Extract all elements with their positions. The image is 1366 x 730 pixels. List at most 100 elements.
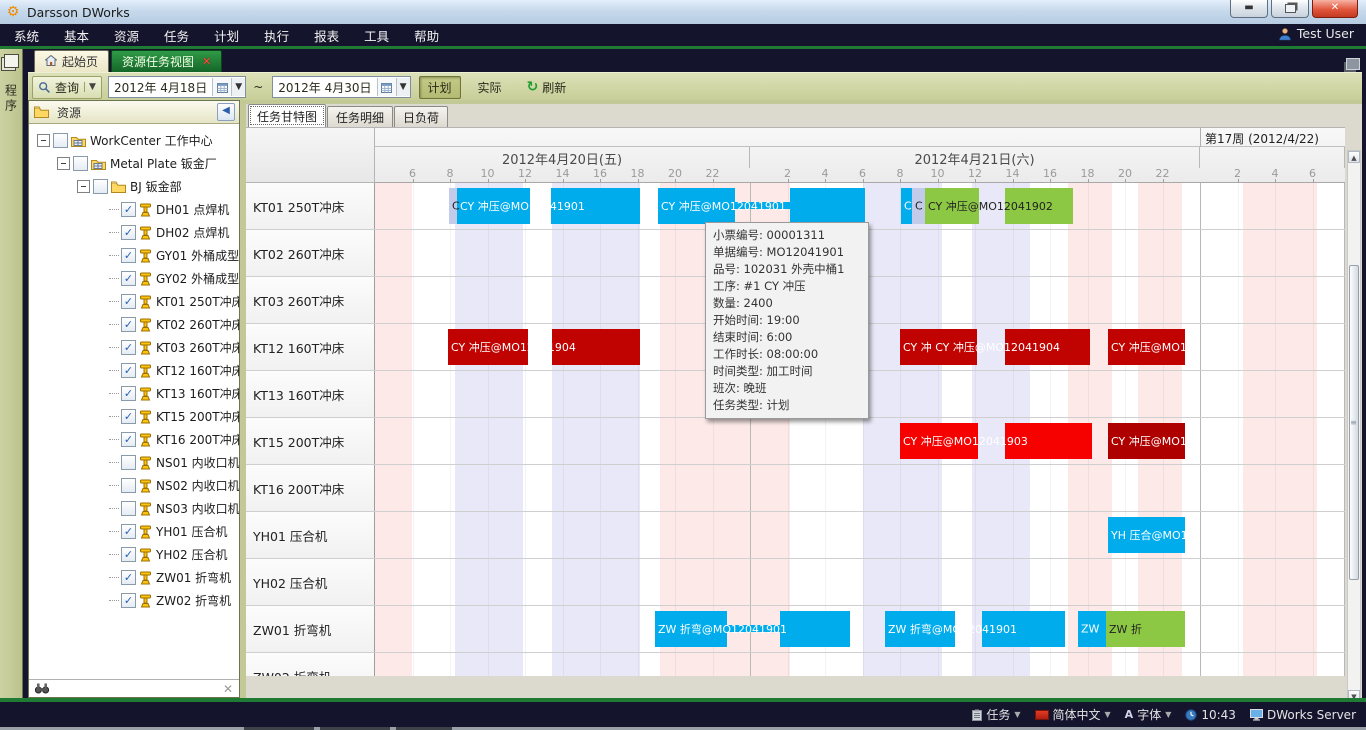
plan-toggle-button[interactable]: 计划 <box>419 76 461 99</box>
task-bar[interactable]: C <box>912 188 925 224</box>
task-bar[interactable]: CY 冲压@MO12041901 <box>457 188 530 224</box>
clear-filter-icon[interactable]: ✕ <box>223 682 233 696</box>
tree-checkbox[interactable]: ✓ <box>121 593 136 608</box>
tree-checkbox[interactable]: ✓ <box>121 317 136 332</box>
task-bar[interactable] <box>780 611 850 647</box>
task-bar[interactable]: CY 冲压@MO1 <box>1108 423 1185 459</box>
tree-item-zw02[interactable]: ✓ZW02 折弯机 <box>29 589 239 612</box>
menu-item-5[interactable]: 执行 <box>253 23 300 48</box>
tree-checkbox[interactable]: ✓ <box>121 409 136 424</box>
tree-checkbox[interactable]: ✓ <box>121 432 136 447</box>
refresh-button[interactable]: ↻ 刷新 <box>527 79 567 96</box>
minimize-button[interactable]: ▬ <box>1230 0 1268 18</box>
tree-checkbox[interactable]: ✓ <box>121 225 136 240</box>
row-label-cell[interactable]: KT16 200T冲床 <box>246 465 375 511</box>
tree-checkbox[interactable]: ✓ <box>121 363 136 378</box>
tree-item-gy01[interactable]: ✓GY01 外桶成型机 <box>29 244 239 267</box>
tree-checkbox[interactable] <box>93 179 108 194</box>
status-task[interactable]: 任务 ▼ <box>972 706 1020 723</box>
tree-checkbox[interactable] <box>121 455 136 470</box>
menu-item-0[interactable]: 系统 <box>3 23 50 48</box>
row-label-cell[interactable]: KT01 250T冲床 <box>246 183 375 229</box>
tree-checkbox[interactable]: ✓ <box>121 294 136 309</box>
task-bar[interactable] <box>790 188 865 224</box>
tree-item-dh02[interactable]: ✓DH02 点焊机 <box>29 221 239 244</box>
task-bar[interactable]: CY 冲压@MO12041904 <box>448 329 528 365</box>
menu-item-8[interactable]: 帮助 <box>403 23 450 48</box>
tree-item-gy02[interactable]: ✓GY02 外桶成型机 <box>29 267 239 290</box>
tree-checkbox[interactable] <box>73 156 88 171</box>
row-label-cell[interactable]: KT13 160T冲床 <box>246 371 375 417</box>
tree-item-kt15[interactable]: ✓KT15 200T冲床 <box>29 405 239 428</box>
gantt-tab-1[interactable]: 任务明细 <box>327 106 393 127</box>
tree-item-dh01[interactable]: ✓DH01 点焊机 <box>29 198 239 221</box>
restore-button[interactable] <box>1271 0 1309 18</box>
tab-overflow-icon[interactable] <box>1346 58 1360 70</box>
date-from-field[interactable]: 2012年 4月18日 ▼ <box>108 76 246 98</box>
dock-strip-label[interactable]: 程序 <box>3 84 20 114</box>
tree-item-workcenter[interactable]: WorkCenter 工作中心 <box>29 129 239 152</box>
doc-tab-1[interactable]: 资源任务视图✕ <box>111 50 222 72</box>
menu-item-6[interactable]: 报表 <box>303 23 350 48</box>
row-label-cell[interactable]: KT02 260T冲床 <box>246 230 375 276</box>
tree-item-ns01[interactable]: NS01 内收口机 <box>29 451 239 474</box>
tree-expander-icon[interactable] <box>77 180 90 193</box>
tree-expander-icon[interactable] <box>37 134 50 147</box>
doc-tab-0[interactable]: 起始页 <box>34 50 109 72</box>
row-label-cell[interactable]: YH02 压合机 <box>246 559 375 605</box>
menu-item-3[interactable]: 任务 <box>153 23 200 48</box>
tree-item-kt02[interactable]: ✓KT02 260T冲床 <box>29 313 239 336</box>
tree-checkbox[interactable]: ✓ <box>121 547 136 562</box>
date-to-field[interactable]: 2012年 4月30日 ▼ <box>272 76 410 98</box>
menu-item-7[interactable]: 工具 <box>353 23 400 48</box>
tree-checkbox[interactable]: ✓ <box>121 570 136 585</box>
date-from-dropdown-icon[interactable]: ▼ <box>231 78 245 96</box>
row-label-cell[interactable]: YH01 压合机 <box>246 512 375 558</box>
tree-item-kt12[interactable]: ✓KT12 160T冲床 <box>29 359 239 382</box>
tree-item-ns02[interactable]: NS02 内收口机 <box>29 474 239 497</box>
status-font[interactable]: A 字体 ▼ <box>1125 706 1172 723</box>
tree-checkbox[interactable]: ✓ <box>121 524 136 539</box>
task-bar[interactable]: ZW 折弯@MO12041901 <box>885 611 955 647</box>
task-bar[interactable]: ZW <box>1078 611 1106 647</box>
tab-close-icon[interactable]: ✕ <box>202 55 211 68</box>
tree-expander-icon[interactable] <box>57 157 70 170</box>
vscroll-thumb[interactable]: ≡ <box>1349 265 1359 580</box>
tree-item-yh02[interactable]: ✓YH02 压合机 <box>29 543 239 566</box>
task-bar[interactable]: CY 冲压@MO12041903 <box>900 423 978 459</box>
tree-checkbox[interactable]: ✓ <box>121 271 136 286</box>
tree-checkbox[interactable]: ✓ <box>121 202 136 217</box>
task-bar[interactable]: CY 冲压@MO12041901 <box>658 188 735 224</box>
task-bar[interactable]: CY 冲 CY 冲压@MO12041904 <box>900 329 977 365</box>
row-label-cell[interactable]: KT15 200T冲床 <box>246 418 375 464</box>
menu-item-2[interactable]: 资源 <box>103 23 150 48</box>
task-bar[interactable]: CY 冲压@MO1 <box>1108 329 1185 365</box>
task-bar[interactable]: YH 压合@MO1 <box>1108 517 1185 553</box>
tree-checkbox[interactable] <box>53 133 68 148</box>
tree-item-ns03[interactable]: NS03 内收口机 <box>29 497 239 520</box>
tree-item-bj[interactable]: BJ 钣金部 <box>29 175 239 198</box>
task-bar[interactable]: CY 冲压@MO12041902 <box>925 188 979 224</box>
collapse-panel-button[interactable]: ◀ <box>217 103 235 121</box>
tree-item-kt13[interactable]: ✓KT13 160T冲床 <box>29 382 239 405</box>
query-button[interactable]: 查询 ▼ <box>32 76 102 99</box>
date-to-dropdown-icon[interactable]: ▼ <box>396 78 410 96</box>
scroll-up-icon[interactable]: ▲ <box>1348 151 1360 163</box>
tree-item-metal[interactable]: Metal Plate 钣金厂 <box>29 152 239 175</box>
row-label-cell[interactable]: KT12 160T冲床 <box>246 324 375 370</box>
query-caret-icon[interactable]: ▼ <box>84 82 96 92</box>
tree-item-zw01[interactable]: ✓ZW01 折弯机 <box>29 566 239 589</box>
calendar-icon[interactable] <box>377 78 396 96</box>
gantt-tab-0[interactable]: 任务甘特图 <box>248 104 326 127</box>
task-bar[interactable]: ZW 折 <box>1106 611 1185 647</box>
tree-checkbox[interactable]: ✓ <box>121 386 136 401</box>
tree-checkbox[interactable] <box>121 478 136 493</box>
row-label-cell[interactable]: ZW02 折弯机 <box>246 653 375 676</box>
actual-toggle-button[interactable]: 实际 <box>469 76 511 99</box>
gantt-tab-2[interactable]: 日负荷 <box>394 106 448 127</box>
menu-item-4[interactable]: 计划 <box>203 23 250 48</box>
close-button[interactable]: ✕ <box>1312 0 1358 18</box>
task-bar[interactable]: ZW 折弯@MO12041901 <box>655 611 727 647</box>
tree-item-kt01[interactable]: ✓KT01 250T冲床 <box>29 290 239 313</box>
calendar-icon[interactable] <box>212 78 231 96</box>
